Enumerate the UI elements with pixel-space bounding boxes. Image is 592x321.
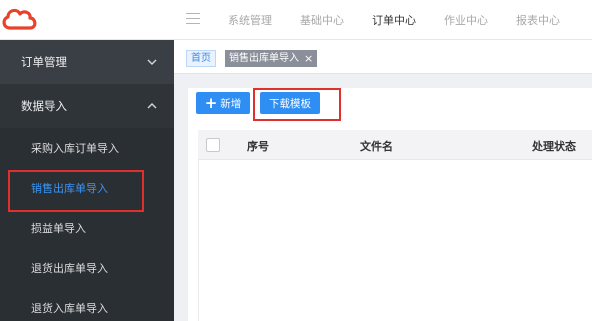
sidebar-group-data-import[interactable]: 数据导入	[0, 84, 174, 128]
top-nav: 系统管理 基础中心 订单中心 作业中心 报表中心	[214, 0, 574, 40]
sidebar-item-return-outbound-import[interactable]: 退货出库单导入	[0, 248, 174, 288]
sidebar-submenu: 采购入库订单导入 销售出库单导入 损益单导入 退货出库单导入 退货入库单导入	[0, 128, 174, 321]
sidebar-item-profit-loss-import[interactable]: 损益单导入	[0, 208, 174, 248]
top-nav-system[interactable]: 系统管理	[214, 12, 286, 28]
sidebar-group-order-management[interactable]: 订单管理	[0, 40, 174, 84]
select-all-checkbox[interactable]	[206, 138, 220, 152]
column-header-index[interactable]: 序号	[247, 138, 269, 154]
table-header: 序号 文件名 处理状态	[198, 130, 592, 160]
tabs-bar: 首页 销售出库单导入 ×	[174, 40, 592, 74]
column-header-status[interactable]: 处理状态	[532, 138, 576, 154]
sidebar-item-purchase-inbound-import[interactable]: 采购入库订单导入	[0, 128, 174, 168]
main-content: 首页 销售出库单导入 × + 新增 下载模板 序号 文件名 处理状态	[174, 40, 592, 321]
sidebar-group-label: 数据导入	[21, 99, 67, 113]
plus-icon: +	[204, 93, 218, 112]
cloud-logo-icon[interactable]	[0, 6, 40, 32]
top-bar: 系统管理 基础中心 订单中心 作业中心 报表中心	[0, 0, 592, 40]
tab-home[interactable]: 首页	[186, 50, 216, 67]
chevron-down-icon	[147, 59, 157, 65]
sidebar: 订单管理 数据导入 采购入库订单导入 销售出库单导入 损益单导入 退货出库单导入…	[0, 40, 174, 321]
add-button-label: 新增	[220, 97, 242, 110]
close-icon[interactable]: ×	[304, 50, 313, 67]
hamburger-icon[interactable]	[186, 13, 200, 25]
add-button[interactable]: + 新增	[196, 92, 250, 114]
import-panel: + 新增 下载模板 序号 文件名 处理状态	[188, 88, 592, 321]
top-nav-basic[interactable]: 基础中心	[286, 12, 358, 28]
column-header-filename[interactable]: 文件名	[360, 138, 393, 154]
tab-sales-outbound-import[interactable]: 销售出库单导入 ×	[225, 50, 318, 67]
top-nav-operation[interactable]: 作业中心	[430, 12, 502, 28]
sidebar-group-label: 订单管理	[21, 55, 67, 69]
table-body	[198, 160, 592, 321]
top-nav-order[interactable]: 订单中心	[358, 12, 430, 28]
download-template-button[interactable]: 下载模板	[260, 92, 320, 114]
sidebar-item-sales-outbound-import[interactable]: 销售出库单导入	[0, 168, 174, 208]
tab-label: 销售出库单导入	[229, 53, 299, 64]
top-nav-report[interactable]: 报表中心	[502, 12, 574, 28]
chevron-up-icon	[147, 103, 157, 109]
sidebar-item-return-inbound-import[interactable]: 退货入库单导入	[0, 288, 174, 321]
